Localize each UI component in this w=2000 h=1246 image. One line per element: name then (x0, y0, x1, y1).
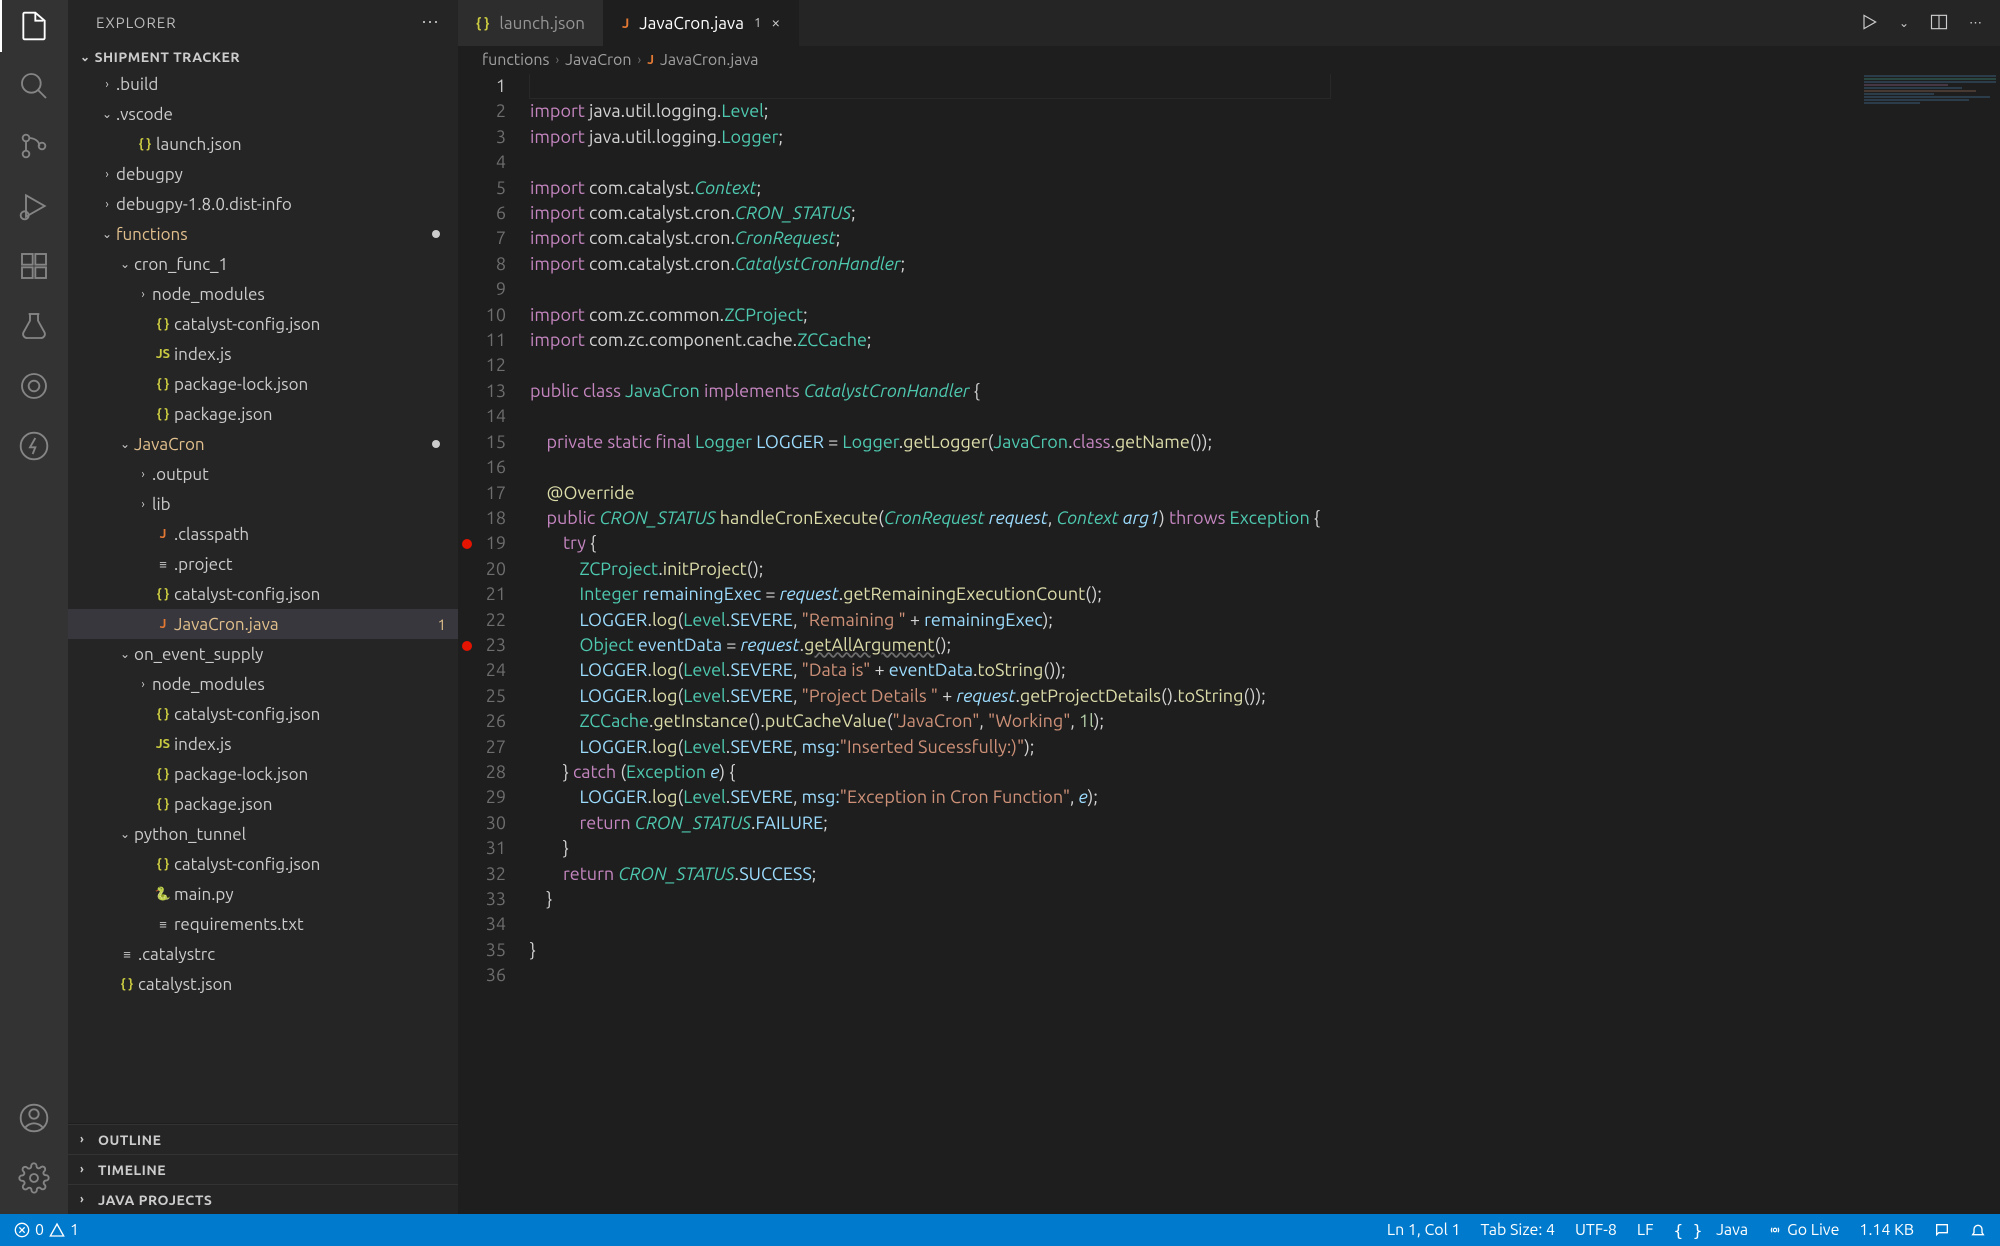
folder-functions[interactable]: ⌄functions (68, 219, 458, 249)
folder-cron_func_1[interactable]: ⌄cron_func_1 (68, 249, 458, 279)
folder-node_modules[interactable]: ›node_modules (68, 279, 458, 309)
breadcrumb-item[interactable]: JavaCron (565, 51, 631, 69)
file-package.json[interactable]: { }package.json (68, 789, 458, 819)
status-lang[interactable]: { } Java (1673, 1221, 1748, 1240)
run-dropdown-icon[interactable]: ⌄ (1899, 16, 1909, 30)
tabs: { }launch.jsonJJavaCron.java1× ⌄ ⋯ (458, 0, 2000, 46)
breadcrumb[interactable]: functions›JavaCron›JJavaCron.java (458, 46, 2000, 74)
section-java-projects[interactable]: ›JAVA PROJECTS (68, 1184, 458, 1214)
minimap[interactable] (1860, 74, 2000, 154)
explorer-icon[interactable] (18, 10, 50, 42)
status-size[interactable]: 1.14 KB (1859, 1221, 1914, 1239)
breadcrumb-item[interactable]: JavaCron.java (660, 51, 759, 69)
folder-debugpy[interactable]: ›debugpy (68, 159, 458, 189)
file-.classpath[interactable]: J.classpath (68, 519, 458, 549)
status-bar: 0 1 Ln 1, Col 1 Tab Size: 4 UTF-8 LF { }… (0, 1214, 2000, 1246)
folder-python_tunnel[interactable]: ⌄python_tunnel (68, 819, 458, 849)
folder-node_modules[interactable]: ›node_modules (68, 669, 458, 699)
run-icon[interactable] (1859, 12, 1879, 35)
file-tree: ›.build⌄.vscode{ }launch.json›debugpy›de… (68, 69, 458, 1123)
status-encoding[interactable]: UTF-8 (1575, 1221, 1617, 1239)
file-index.js[interactable]: JSindex.js (68, 339, 458, 369)
status-eol[interactable]: LF (1637, 1221, 1654, 1239)
file-main.py[interactable]: 🐍main.py (68, 879, 458, 909)
file-catalyst-config.json[interactable]: { }catalyst-config.json (68, 849, 458, 879)
file-.catalystrc[interactable]: ≡.catalystrc (68, 939, 458, 969)
file-.project[interactable]: ≡.project (68, 549, 458, 579)
file-catalyst-config.json[interactable]: { }catalyst-config.json (68, 309, 458, 339)
breadcrumb-item[interactable]: functions (482, 51, 549, 69)
sidebar-title: EXPLORER (96, 14, 177, 31)
sidebar-more-icon[interactable]: ⋯ (421, 12, 440, 33)
folder-.vscode[interactable]: ⌄.vscode (68, 99, 458, 129)
file-JavaCron.java[interactable]: JJavaCron.java1 (68, 609, 458, 639)
activity-bar (0, 0, 68, 1214)
file-catalyst-config.json[interactable]: { }catalyst-config.json (68, 579, 458, 609)
status-cursor[interactable]: Ln 1, Col 1 (1387, 1221, 1461, 1239)
folder-lib[interactable]: ›lib (68, 489, 458, 519)
editor[interactable]: 12import java.util.logging.Level;3import… (458, 74, 2000, 1214)
file-requirements.txt[interactable]: ≡requirements.txt (68, 909, 458, 939)
file-package.json[interactable]: { }package.json (68, 399, 458, 429)
tab-JavaCron.java[interactable]: JJavaCron.java1× (604, 0, 799, 46)
tab-more-icon[interactable]: ⋯ (1969, 16, 1982, 31)
project-title[interactable]: ⌄ SHIPMENT TRACKER (68, 45, 458, 69)
search-icon[interactable] (18, 70, 50, 102)
file-package-lock.json[interactable]: { }package-lock.json (68, 369, 458, 399)
editor-area: { }launch.jsonJJavaCron.java1× ⌄ ⋯ funct… (458, 0, 2000, 1214)
status-golive[interactable]: Go Live (1768, 1221, 1839, 1239)
sidebar: EXPLORER ⋯ ⌄ SHIPMENT TRACKER ›.build⌄.v… (68, 0, 458, 1214)
status-feedback-icon[interactable] (1934, 1222, 1950, 1238)
folder-debugpy-1.8.0.dist-info[interactable]: ›debugpy-1.8.0.dist-info (68, 189, 458, 219)
extensions-icon[interactable] (18, 250, 50, 282)
file-launch.json[interactable]: { }launch.json (68, 129, 458, 159)
catalyst-icon[interactable] (18, 370, 50, 402)
folder-.build[interactable]: ›.build (68, 69, 458, 99)
split-editor-icon[interactable] (1929, 12, 1949, 35)
file-catalyst.json[interactable]: { }catalyst.json (68, 969, 458, 999)
status-tabsize[interactable]: Tab Size: 4 (1481, 1221, 1555, 1239)
status-bell-icon[interactable] (1970, 1222, 1986, 1238)
tab-launch.json[interactable]: { }launch.json (458, 0, 604, 46)
settings-icon[interactable] (18, 1162, 50, 1194)
testing-icon[interactable] (18, 310, 50, 342)
file-package-lock.json[interactable]: { }package-lock.json (68, 759, 458, 789)
folder-.output[interactable]: ›.output (68, 459, 458, 489)
run-debug-icon[interactable] (18, 190, 50, 222)
file-index.js[interactable]: JSindex.js (68, 729, 458, 759)
file-catalyst-config.json[interactable]: { }catalyst-config.json (68, 699, 458, 729)
section-outline[interactable]: ›OUTLINE (68, 1124, 458, 1154)
bolt-icon[interactable] (18, 430, 50, 462)
section-timeline[interactable]: ›TIMELINE (68, 1154, 458, 1184)
close-icon[interactable]: × (771, 14, 780, 32)
accounts-icon[interactable] (18, 1102, 50, 1134)
folder-on_event_supply[interactable]: ⌄on_event_supply (68, 639, 458, 669)
folder-JavaCron[interactable]: ⌄JavaCron (68, 429, 458, 459)
status-problems[interactable]: 0 1 (14, 1221, 79, 1239)
source-control-icon[interactable] (18, 130, 50, 162)
